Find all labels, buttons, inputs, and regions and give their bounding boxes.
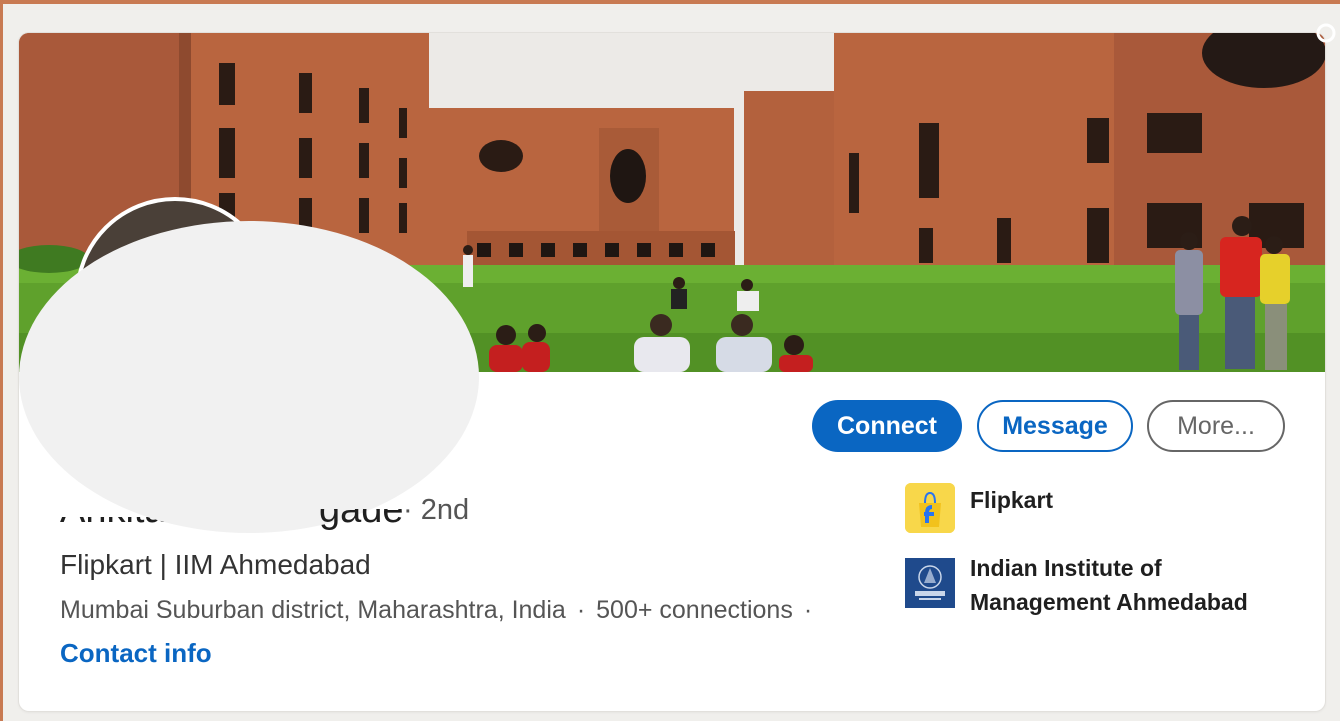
profile-headline: Flipkart | IIM Ahmedabad — [60, 549, 371, 580]
location-text: Mumbai Suburban district, Maharashtra, I… — [60, 596, 566, 624]
connection-degree: · 2nd — [403, 494, 470, 526]
connect-button[interactable]: Connect — [812, 400, 962, 452]
connections-count[interactable]: 500+ connections — [596, 596, 793, 624]
redaction-overlay — [19, 221, 479, 533]
location-line: Mumbai Suburban district, Maharashtra, I… — [60, 596, 823, 625]
message-button[interactable]: Message — [977, 400, 1133, 452]
contact-info-link[interactable]: Contact info — [60, 638, 212, 669]
camera-icon[interactable] — [1315, 22, 1337, 44]
company-name: Flipkart — [970, 487, 1054, 513]
more-button[interactable]: More... — [1147, 400, 1285, 452]
flipkart-logo-icon — [905, 483, 955, 533]
iim-logo-icon — [905, 558, 955, 608]
company-iim[interactable]: Indian Institute of Management Ahmedabad — [905, 555, 1270, 619]
company-name: Indian Institute of Management Ahmedabad — [970, 555, 1248, 615]
profile-card: Connect Message More... · 2nd Flipkart |… — [19, 33, 1325, 711]
separator: · — [576, 596, 586, 624]
company-flipkart[interactable]: Flipkart — [905, 483, 1053, 533]
separator: · — [803, 596, 813, 624]
